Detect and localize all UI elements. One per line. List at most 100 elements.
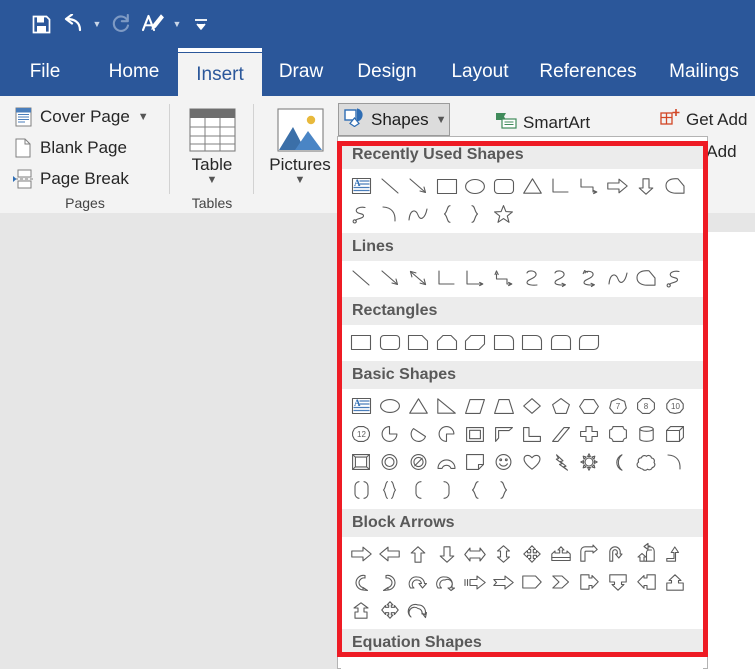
shape-up-arrow-callout-2[interactable]: [347, 596, 376, 624]
shape-snip-diagonal-corner-rectangle[interactable]: [461, 328, 490, 356]
table-button[interactable]: Table ▼: [174, 104, 250, 186]
shape-curved-up-arrow[interactable]: [404, 568, 433, 596]
pen-icon[interactable]: [138, 9, 168, 39]
shape-curved-left-arrow[interactable]: [376, 568, 405, 596]
undo-dropdown-caret[interactable]: ▼: [90, 9, 104, 39]
shapes-button[interactable]: Shapes ▼: [338, 103, 450, 136]
shape-curved-arrow-connector[interactable]: [547, 264, 576, 292]
shape-curved-right-arrow[interactable]: [347, 568, 376, 596]
shape-left-arrow-callout[interactable]: [632, 568, 661, 596]
shape-rectangle[interactable]: [347, 328, 376, 356]
save-icon[interactable]: [26, 9, 56, 39]
shape-round-diagonal-corner-rectangle[interactable]: [575, 328, 604, 356]
shape-text-box[interactable]: A: [347, 392, 376, 420]
tab-design[interactable]: Design: [348, 48, 426, 96]
shape-rounded-rectangle[interactable]: [490, 172, 519, 200]
tab-file[interactable]: File: [20, 48, 70, 96]
undo-icon[interactable]: [58, 9, 88, 39]
shape-up-down-arrow[interactable]: [490, 540, 519, 568]
pictures-button[interactable]: Pictures ▼: [262, 104, 338, 186]
shape-left-bracket[interactable]: [404, 476, 433, 504]
shape-curved-connector[interactable]: [518, 264, 547, 292]
shape-down-arrow[interactable]: [433, 540, 462, 568]
shape-oval[interactable]: [461, 172, 490, 200]
shape-diagonal-stripe[interactable]: [547, 420, 576, 448]
shape-four-way-arrow[interactable]: [518, 540, 547, 568]
shape-right-arrow-callout[interactable]: [575, 568, 604, 596]
shape-pentagon[interactable]: [547, 392, 576, 420]
shape-curve[interactable]: [604, 264, 633, 292]
shape-bevel[interactable]: [347, 448, 376, 476]
shapes-gallery[interactable]: Recently Used Shapes A Lines Rectangles …: [341, 141, 703, 669]
shape-elbow-connector[interactable]: [433, 264, 462, 292]
shape-right-bracket[interactable]: [433, 476, 462, 504]
tab-layout[interactable]: Layout: [442, 48, 518, 96]
shape-trapezoid[interactable]: [490, 392, 519, 420]
shape-freeform-shape[interactable]: [661, 172, 690, 200]
shape-striped-right-arrow[interactable]: [461, 568, 490, 596]
shape-bent-up-arrow[interactable]: [661, 540, 690, 568]
shape-scribble[interactable]: [661, 264, 690, 292]
shape-bent-arrow[interactable]: [575, 540, 604, 568]
tab-references[interactable]: References: [535, 48, 641, 96]
shape-heart[interactable]: [518, 448, 547, 476]
shape-u-turn-arrow[interactable]: [604, 540, 633, 568]
shape-line-arrow[interactable]: [376, 264, 405, 292]
tab-insert[interactable]: Insert: [178, 53, 262, 96]
shape-line-double-arrow[interactable]: [404, 264, 433, 292]
shape-isosceles-triangle[interactable]: [404, 392, 433, 420]
shape-elbow-arrow-connector[interactable]: [575, 172, 604, 200]
shape-curve[interactable]: [404, 200, 433, 228]
chevron-down-icon[interactable]: ▼: [138, 111, 149, 123]
shape-snip-and-round-single-corner-rectangle[interactable]: [490, 328, 519, 356]
shape-dodecagon[interactable]: 12: [347, 420, 376, 448]
shape-can[interactable]: [632, 420, 661, 448]
shape-right-brace[interactable]: [461, 200, 490, 228]
shape-circular-arrow[interactable]: [404, 596, 433, 624]
shape-curved-double-arrow-connector[interactable]: [575, 264, 604, 292]
shape-l-shape[interactable]: [518, 420, 547, 448]
shape-double-brace[interactable]: [376, 476, 405, 504]
shape-cube[interactable]: [661, 420, 690, 448]
shape-folded-corner[interactable]: [461, 448, 490, 476]
shape-up-arrow-callout[interactable]: [661, 568, 690, 596]
shape-pentagon-arrow[interactable]: [518, 568, 547, 596]
shape-rectangle[interactable]: [433, 172, 462, 200]
page-break-button[interactable]: Page Break: [12, 165, 129, 193]
shape-freeform-shape[interactable]: [632, 264, 661, 292]
shape-right-brace[interactable]: [490, 476, 519, 504]
tab-draw[interactable]: Draw: [272, 48, 330, 96]
more-icon[interactable]: [186, 9, 216, 39]
shape-pie[interactable]: [376, 420, 405, 448]
shape-double-bracket[interactable]: [347, 476, 376, 504]
chevron-down-icon[interactable]: ▼: [436, 114, 447, 126]
shape-half-frame[interactable]: [490, 420, 519, 448]
shape-hexagon[interactable]: [575, 392, 604, 420]
shape-right-arrow[interactable]: [604, 172, 633, 200]
chevron-down-icon[interactable]: ▼: [295, 174, 306, 186]
shape-diamond[interactable]: [518, 392, 547, 420]
shape-snip-single-corner-rectangle[interactable]: [404, 328, 433, 356]
shape-left-up-arrow[interactable]: [632, 540, 661, 568]
shape-sun[interactable]: [575, 448, 604, 476]
smartart-button[interactable]: SmartArt: [495, 110, 590, 135]
shape-parallelogram[interactable]: [461, 392, 490, 420]
shape-left-brace[interactable]: [433, 200, 462, 228]
shape-oval[interactable]: [376, 392, 405, 420]
blank-page-button[interactable]: Blank Page: [12, 134, 127, 162]
shape-elbow-arrow-connector[interactable]: [461, 264, 490, 292]
shape-cross[interactable]: [575, 420, 604, 448]
shape-decagon[interactable]: 10: [661, 392, 690, 420]
shape-line-arrow[interactable]: [404, 172, 433, 200]
shape-quad-arrow-callout[interactable]: [547, 540, 576, 568]
shape-round-same-side-corner-rectangle[interactable]: [547, 328, 576, 356]
shape-curved-down-arrow[interactable]: [433, 568, 462, 596]
shape-line[interactable]: [376, 172, 405, 200]
shape-isosceles-triangle[interactable]: [518, 172, 547, 200]
shape-five-point-star[interactable]: [490, 200, 519, 228]
shape-lightning-bolt[interactable]: [547, 448, 576, 476]
shape-cloud[interactable]: [632, 448, 661, 476]
shape-moon[interactable]: [604, 448, 633, 476]
shape-round-single-corner-rectangle[interactable]: [518, 328, 547, 356]
shape-up-arrow[interactable]: [404, 540, 433, 568]
